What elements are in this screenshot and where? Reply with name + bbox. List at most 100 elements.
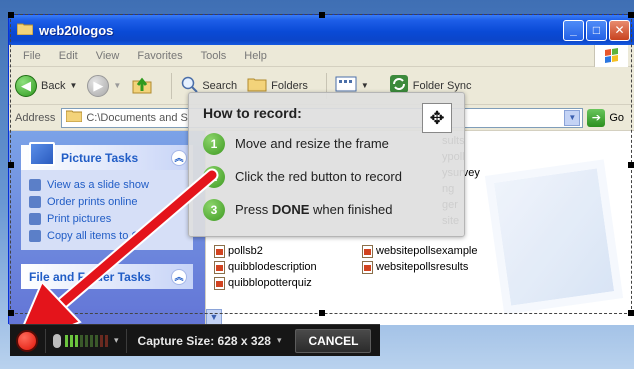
level-segment [95, 334, 98, 347]
file-name: quibblodescription [228, 261, 317, 273]
file-name: websitepollsexample [376, 245, 478, 257]
file-name: quibblopotterquiz [228, 277, 312, 289]
level-segment [100, 334, 103, 347]
level-segment [105, 334, 108, 347]
file-folder-tasks-title: File and Folder Tasks [29, 269, 151, 284]
task-order-prints[interactable]: Order prints online [29, 193, 185, 210]
picture-tasks-panel: Picture Tasks ︽ View as a slide show Ord… [21, 141, 193, 250]
level-segment [70, 334, 73, 347]
file-name: websitepollsresults [376, 261, 469, 273]
menu-bar: File Edit View Favorites Tools Help [9, 45, 634, 67]
capture-toolbar: ▾ Capture Size: 628 x 328 ▾ CANCEL [10, 324, 380, 356]
slideshow-icon [29, 178, 41, 191]
menu-help[interactable]: Help [244, 50, 267, 62]
level-segment [80, 334, 83, 347]
list-item[interactable]: websitepollsresults [362, 259, 478, 275]
file-name: pollsb2 [228, 245, 263, 257]
step-text: Press DONE when finished [235, 202, 393, 217]
file-icon [214, 244, 225, 258]
task-label: Print pictures [47, 212, 112, 225]
address-value: C:\Documents and S [86, 111, 188, 124]
menu-file[interactable]: File [23, 50, 41, 62]
list-item[interactable]: pollsb2 [214, 243, 317, 259]
step-number-badge: 2 [203, 165, 225, 188]
task-label: View as a slide show [47, 178, 149, 191]
close-button[interactable]: ✕ [609, 19, 630, 41]
file-folder-tasks-panel: File and Folder Tasks ︽ [21, 264, 193, 289]
menu-view[interactable]: View [96, 50, 120, 62]
forward-button[interactable]: ▶ ▼ [87, 74, 121, 97]
audio-dropdown-icon[interactable]: ▾ [114, 335, 119, 346]
capture-size-dropdown-icon[interactable]: ▾ [277, 335, 282, 346]
cd-icon [29, 229, 41, 242]
task-pane: Picture Tasks ︽ View as a slide show Ord… [9, 131, 205, 325]
menu-favorites[interactable]: Favorites [137, 50, 182, 62]
folder-watermark [484, 159, 624, 315]
step-3: 3 Press DONE when finished [203, 193, 450, 226]
menu-edit[interactable]: Edit [59, 50, 78, 62]
minimize-button[interactable]: _ [563, 19, 584, 41]
step-number-badge: 1 [203, 132, 225, 155]
step-text-part: Move and resize the frame [235, 136, 389, 151]
move-icon[interactable]: ✥ [422, 103, 452, 133]
file-folder-tasks-header[interactable]: File and Folder Tasks ︽ [21, 264, 193, 289]
file-icon [214, 260, 225, 274]
toolbar-separator [171, 72, 173, 99]
order-prints-icon [29, 195, 41, 208]
capture-size-label[interactable]: Capture Size: 628 x 328 [138, 334, 271, 348]
chevron-down-icon[interactable]: ▼ [69, 81, 77, 90]
level-segment [85, 334, 88, 347]
step-text-part: Click the red button to record [235, 169, 402, 184]
window-title: web20logos [39, 22, 114, 38]
forward-arrow-icon: ▶ [87, 74, 110, 97]
list-item[interactable]: quibblopotterquiz [214, 275, 317, 291]
file-icon [362, 244, 373, 258]
step-text-bold: DONE [271, 202, 310, 217]
address-dropdown-icon[interactable]: ▼ [564, 109, 581, 126]
chevron-down-icon[interactable]: ▼ [361, 81, 369, 90]
collapse-icon[interactable]: ︽ [171, 149, 187, 166]
list-item[interactable]: websitepollsexample [362, 243, 478, 259]
picture-icon [29, 141, 55, 166]
window-controls: _ □ ✕ [563, 19, 630, 41]
audio-level-meter [65, 334, 108, 347]
collapse-icon[interactable]: ︽ [171, 268, 187, 285]
task-label: Copy all items to CD [47, 229, 148, 242]
picture-tasks-title: Picture Tasks [61, 150, 139, 165]
folder-sync-label: Folder Sync [412, 79, 472, 92]
back-button[interactable]: ◀ Back ▼ [15, 74, 77, 97]
level-segment [65, 334, 68, 347]
up-folder-icon [131, 73, 153, 98]
folders-label: Folders [271, 79, 308, 92]
step-text: Move and resize the frame [235, 136, 389, 151]
list-item[interactable]: quibblodescription [214, 259, 317, 275]
cancel-button[interactable]: CANCEL [295, 328, 372, 353]
scroll-down-button[interactable]: ▼ [206, 309, 222, 325]
maximize-button[interactable]: □ [586, 19, 607, 41]
task-label: Order prints online [47, 195, 138, 208]
task-copy-to-cd[interactable]: Copy all items to CD [29, 227, 185, 244]
step-1: 1 Move and resize the frame [203, 127, 450, 160]
go-button[interactable]: ➔ Go [587, 108, 624, 127]
level-segment [75, 334, 78, 347]
title-bar[interactable]: web20logos _ □ ✕ [9, 15, 634, 45]
microphone-icon[interactable] [53, 333, 61, 348]
chevron-down-icon[interactable]: ▼ [113, 81, 121, 90]
back-label: Back [41, 79, 66, 92]
task-slideshow[interactable]: View as a slide show [29, 176, 185, 193]
menu-tools[interactable]: Tools [201, 50, 227, 62]
printer-icon [29, 212, 41, 225]
step-text-part: Press [235, 202, 272, 217]
folder-icon [65, 110, 83, 125]
file-icon [362, 260, 373, 274]
step-number-badge: 3 [203, 198, 225, 221]
go-label: Go [609, 111, 624, 124]
record-button[interactable] [16, 329, 38, 352]
how-to-title: How to record: [203, 105, 302, 121]
up-folder-button[interactable] [131, 73, 153, 98]
windows-logo [594, 45, 628, 67]
picture-tasks-header[interactable]: Picture Tasks ︽ [21, 141, 193, 170]
step-text: Click the red button to record [235, 169, 402, 184]
task-print-pictures[interactable]: Print pictures [29, 210, 185, 227]
address-label: Address [15, 111, 56, 124]
